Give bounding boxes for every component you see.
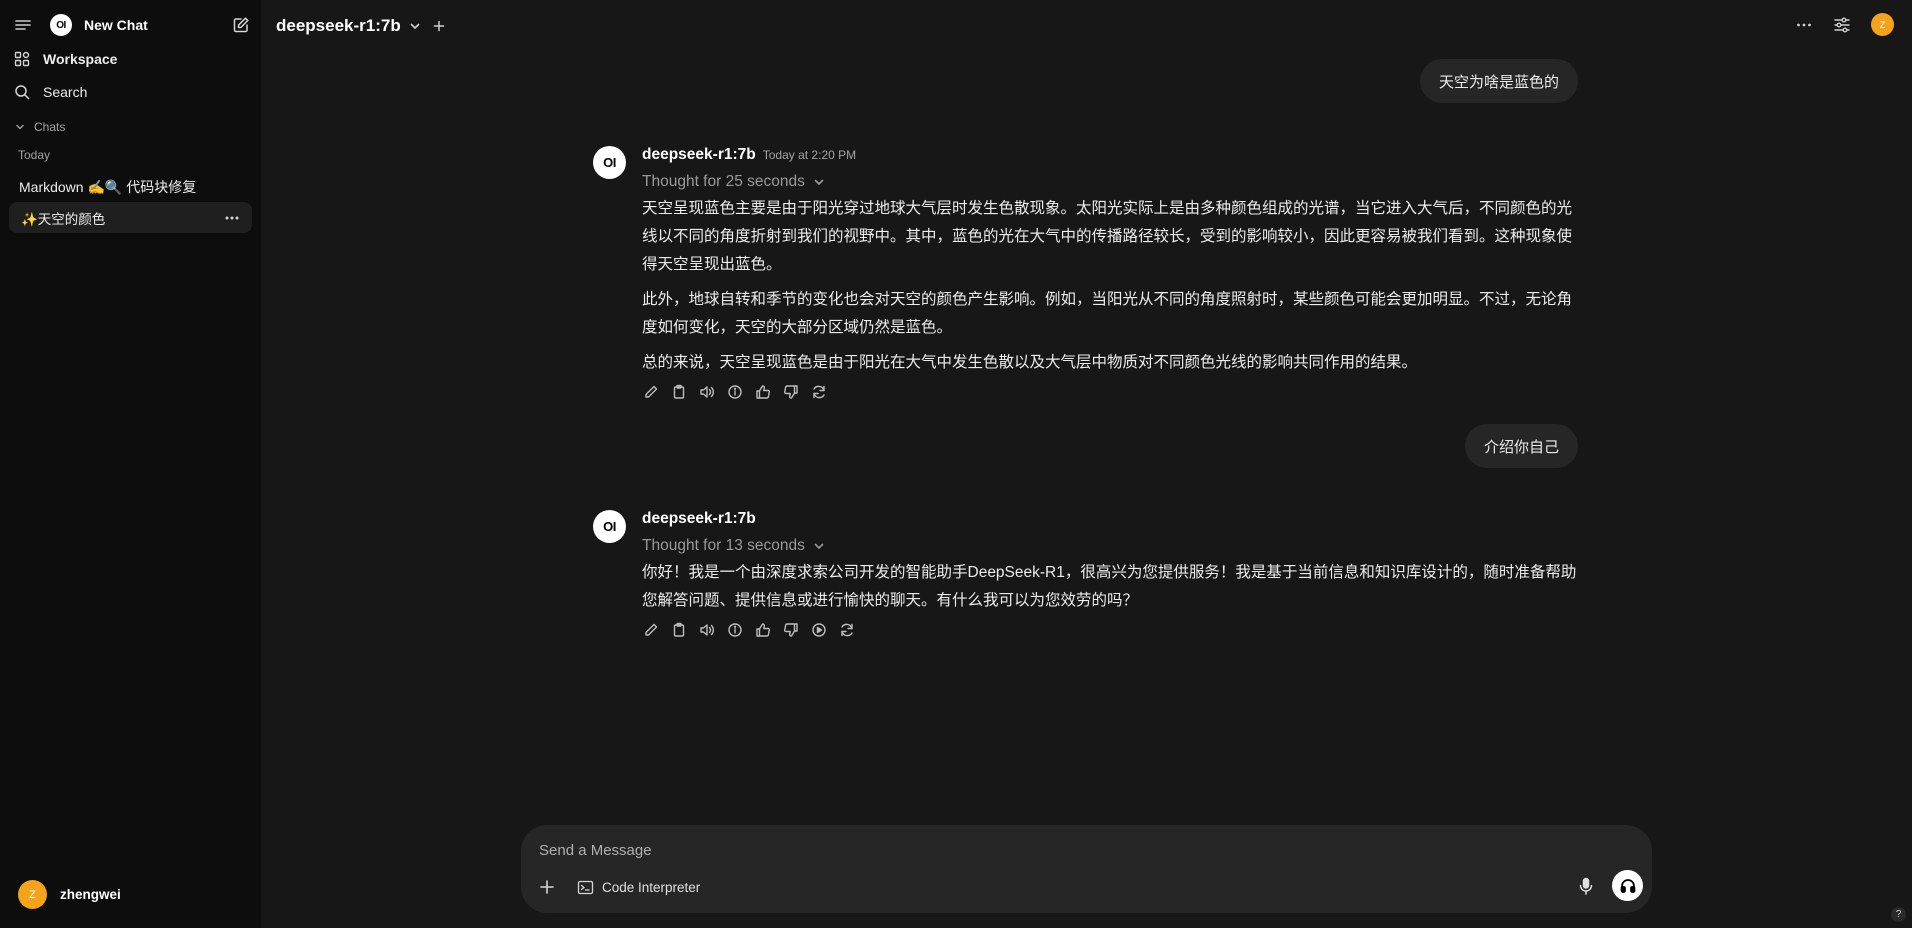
user-menu[interactable]: Z zhengwei bbox=[18, 880, 121, 909]
thumbs-up-icon[interactable] bbox=[754, 621, 772, 639]
sidebar: OI New Chat Workspace Search Chats Today… bbox=[0, 0, 261, 928]
message-paragraph: 此外，地球自转和季节的变化也会对天空的颜色产生影响。例如，当阳光从不同的角度照射… bbox=[642, 291, 1573, 336]
regenerate-icon[interactable] bbox=[810, 383, 828, 401]
assistant-model-name: deepseek-r1:7b bbox=[642, 146, 756, 163]
message-timestamp: Today at 2:20 PM bbox=[762, 148, 857, 162]
new-chat-link[interactable]: New Chat bbox=[84, 17, 148, 33]
add-model-icon[interactable] bbox=[433, 20, 445, 32]
header-user-avatar[interactable]: Z bbox=[1871, 13, 1894, 36]
menu-icon[interactable] bbox=[14, 16, 32, 34]
chat-item-title: ✨天空的颜色 bbox=[21, 211, 106, 227]
controls-sliders-icon[interactable] bbox=[1833, 16, 1851, 34]
message-paragraph: 你好！我是一个由深度求索公司开发的智能助手DeepSeek-R1，很高兴为您提供… bbox=[642, 564, 1577, 609]
thought-toggle[interactable]: Thought for 25 seconds bbox=[642, 172, 1579, 192]
user-message: 天空为啥是蓝色的 bbox=[1419, 59, 1578, 103]
search-icon bbox=[14, 84, 30, 100]
assistant-message-body: deepseek-r1:7b Thought for 13 seconds 你好… bbox=[642, 510, 1579, 639]
regenerate-icon[interactable] bbox=[838, 621, 856, 639]
thought-label: Thought for 13 seconds bbox=[642, 537, 805, 554]
message-paragraph: 总的来说，天空呈现蓝色是由于阳光在大气中发生色散以及大气层中物质对不同颜色光线的… bbox=[642, 354, 1418, 371]
message-composer: Code Interpreter bbox=[521, 825, 1652, 913]
chats-header: Chats bbox=[34, 120, 66, 134]
assistant-message-body: deepseek-r1:7b Today at 2:20 PM Thought … bbox=[642, 146, 1579, 401]
more-options-icon[interactable] bbox=[224, 210, 240, 226]
user-avatar: Z bbox=[18, 880, 47, 909]
assistant-avatar: OI bbox=[593, 510, 626, 543]
sidebar-top: OI New Chat bbox=[14, 12, 250, 38]
model-title: deepseek-r1:7b bbox=[276, 16, 401, 35]
assistant-content: 你好！我是一个由深度求索公司开发的智能助手DeepSeek-R1，很高兴为您提供… bbox=[642, 559, 1579, 615]
add-attachment-icon[interactable] bbox=[537, 877, 557, 897]
user-message: 介绍你自己 bbox=[1464, 424, 1578, 468]
voice-mode-button[interactable] bbox=[1612, 870, 1643, 901]
thumbs-up-icon[interactable] bbox=[754, 383, 772, 401]
new-chat-edit-icon[interactable] bbox=[232, 16, 250, 34]
assistant-meta: deepseek-r1:7b Today at 2:20 PM bbox=[642, 146, 1579, 166]
search-label: Search bbox=[43, 84, 88, 100]
header-actions: Z bbox=[1795, 13, 1894, 36]
thumbs-down-icon[interactable] bbox=[782, 383, 800, 401]
microphone-icon[interactable] bbox=[1576, 876, 1596, 896]
user-name: zhengwei bbox=[60, 887, 121, 902]
edit-icon[interactable] bbox=[642, 621, 660, 639]
today-label: Today bbox=[18, 148, 51, 162]
assistant-meta: deepseek-r1:7b bbox=[642, 510, 1579, 530]
chat-item-title: Markdown ✍️🔍 代码块修复 bbox=[19, 178, 197, 195]
app-logo[interactable]: OI bbox=[50, 14, 72, 36]
thought-label: Thought for 25 seconds bbox=[642, 173, 805, 190]
workspace-label: Workspace bbox=[43, 51, 118, 67]
code-interpreter-button[interactable]: Code Interpreter bbox=[577, 875, 700, 899]
help-button[interactable]: ? bbox=[1891, 907, 1906, 922]
chevron-down-icon bbox=[15, 122, 25, 132]
copy-icon[interactable] bbox=[670, 383, 688, 401]
message-input[interactable] bbox=[539, 837, 1629, 863]
chat-item-markdown[interactable]: Markdown ✍️🔍 代码块修复 bbox=[9, 171, 252, 202]
assistant-avatar: OI bbox=[593, 146, 626, 179]
info-icon[interactable] bbox=[726, 621, 744, 639]
edit-icon[interactable] bbox=[642, 383, 660, 401]
message-actions bbox=[642, 383, 1579, 401]
code-interpreter-label: Code Interpreter bbox=[602, 879, 701, 895]
speaker-icon[interactable] bbox=[698, 621, 716, 639]
user-message-text: 天空为啥是蓝色的 bbox=[1438, 73, 1559, 91]
play-icon[interactable] bbox=[810, 621, 828, 639]
sidebar-item-workspace[interactable]: Workspace bbox=[14, 48, 117, 70]
terminal-icon bbox=[577, 879, 594, 896]
more-options-icon[interactable] bbox=[1795, 16, 1813, 34]
chats-section-toggle[interactable]: Chats bbox=[15, 120, 65, 134]
chevron-down-icon bbox=[409, 20, 421, 32]
message-actions bbox=[642, 621, 1579, 639]
workspace-icon bbox=[14, 51, 30, 67]
chat-item-sky-color[interactable]: ✨天空的颜色 bbox=[9, 202, 252, 233]
message-paragraph: 天空呈现蓝色主要是由于阳光穿过地球大气层时发生色散现象。太阳光实际上是由多种颜色… bbox=[642, 200, 1573, 273]
speaker-icon[interactable] bbox=[698, 383, 716, 401]
copy-icon[interactable] bbox=[670, 621, 688, 639]
chevron-down-icon bbox=[813, 176, 825, 188]
assistant-content: 天空呈现蓝色主要是由于阳光穿过地球大气层时发生色散现象。太阳光实际上是由多种颜色… bbox=[642, 195, 1579, 377]
info-icon[interactable] bbox=[726, 383, 744, 401]
model-selector[interactable]: deepseek-r1:7b bbox=[276, 14, 445, 38]
user-message-text: 介绍你自己 bbox=[1483, 438, 1559, 456]
chevron-down-icon bbox=[813, 540, 825, 552]
thought-toggle[interactable]: Thought for 13 seconds bbox=[642, 536, 1579, 556]
sidebar-item-search[interactable]: Search bbox=[14, 81, 87, 103]
thumbs-down-icon[interactable] bbox=[782, 621, 800, 639]
headphones-icon bbox=[1620, 878, 1635, 893]
assistant-model-name: deepseek-r1:7b bbox=[642, 510, 756, 527]
